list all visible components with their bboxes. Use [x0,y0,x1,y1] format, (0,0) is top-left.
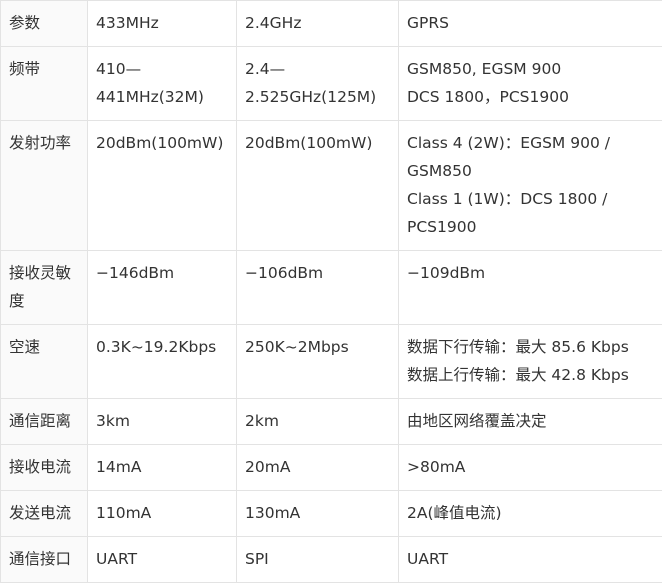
cell-2-4ghz: 20dBm(100mW) [237,121,399,251]
cell-line: 2.4— [245,55,390,83]
cell-2-4ghz: 20mA [237,445,399,491]
cell-gprs: GPRS [399,1,662,47]
cell-line: GSM850 [407,157,654,185]
cell-line: 20dBm(100mW) [245,129,390,157]
cell-gprs: 数据下行传输：最大 85.6 Kbps 数据上行传输：最大 42.8 Kbps [399,325,662,399]
cell-gprs: >80mA [399,445,662,491]
cell-line: 14mA [96,453,228,481]
cell-433mhz: UART [88,537,237,583]
cell-433mhz: 3km [88,399,237,445]
cell-line: DCS 1800，PCS1900 [407,83,654,111]
table-row-interface: 通信接口 UART SPI UART [1,537,662,583]
cell-gprs: UART [399,537,662,583]
table-row-rx-current: 接收电流 14mA 20mA >80mA [1,445,662,491]
cell-433mhz: 110mA [88,491,237,537]
cell-line: 2.4GHz [245,9,390,37]
row-label: 频带 [1,47,88,121]
cell-2-4ghz: 2.4— 2.525GHz(125M) [237,47,399,121]
row-label-text: 发送电流 [9,504,71,522]
cell-line: 0.3K~19.2Kbps [96,333,228,361]
cell-2-4ghz: 2.4GHz [237,1,399,47]
table-row-band: 频带 410— 441MHz(32M) 2.4— 2.525GHz(125M) … [1,47,662,121]
row-label: 通信接口 [1,537,88,583]
cell-line: 20mA [245,453,390,481]
cell-line: −109dBm [407,259,654,287]
cell-line: GSM850, EGSM 900 [407,55,654,83]
row-label: 接收灵敏度 [1,251,88,325]
table-row-range: 通信距离 3km 2km 由地区网络覆盖决定 [1,399,662,445]
row-label-text: 频带 [9,60,40,78]
cell-2-4ghz: SPI [237,537,399,583]
cell-gprs: GSM850, EGSM 900 DCS 1800，PCS1900 [399,47,662,121]
cell-line: 数据上行传输：最大 42.8 Kbps [407,361,654,389]
table-row-tx-power: 发射功率 20dBm(100mW) 20dBm(100mW) Class 4 (… [1,121,662,251]
cell-line: 410— [96,55,228,83]
cell-line: UART [96,545,228,573]
cell-line: 3km [96,407,228,435]
cell-line: 433MHz [96,9,228,37]
cell-2-4ghz: 250K~2Mbps [237,325,399,399]
cell-line: 数据下行传输：最大 85.6 Kbps [407,333,654,361]
cell-line: Class 4 (2W)：EGSM 900 / [407,129,654,157]
row-label: 参数 [1,1,88,47]
cell-433mhz: 433MHz [88,1,237,47]
cell-line: −106dBm [245,259,390,287]
row-label-text: 接收电流 [9,458,71,476]
row-label: 通信距离 [1,399,88,445]
row-label-text: 参数 [9,14,40,32]
table-row-header: 参数 433MHz 2.4GHz GPRS [1,1,662,47]
row-label-text: 通信距离 [9,412,71,430]
cell-line: GPRS [407,9,654,37]
cell-2-4ghz: −106dBm [237,251,399,325]
table-row-tx-current: 发送电流 110mA 130mA 2A(峰值电流) [1,491,662,537]
cell-2-4ghz: 2km [237,399,399,445]
table-row-rx-sensitivity: 接收灵敏度 −146dBm −106dBm −109dBm [1,251,662,325]
row-label-text: 发射功率 [9,134,71,152]
cell-433mhz: 0.3K~19.2Kbps [88,325,237,399]
row-label-text: 通信接口 [9,550,71,568]
table-row-air-rate: 空速 0.3K~19.2Kbps 250K~2Mbps 数据下行传输：最大 85… [1,325,662,399]
cell-line: 由地区网络覆盖决定 [407,407,654,435]
cell-line: >80mA [407,453,654,481]
row-label: 发送电流 [1,491,88,537]
cell-433mhz: 14mA [88,445,237,491]
cell-line: 441MHz(32M) [96,83,228,111]
cell-433mhz: 410— 441MHz(32M) [88,47,237,121]
cell-gprs: Class 4 (2W)：EGSM 900 / GSM850 Class 1 (… [399,121,662,251]
row-label-text: 空速 [9,338,40,356]
row-label: 空速 [1,325,88,399]
cell-line: 110mA [96,499,228,527]
row-label-text: 接收灵敏度 [9,264,71,310]
cell-line: PCS1900 [407,213,654,241]
cell-2-4ghz: 130mA [237,491,399,537]
cell-line: 250K~2Mbps [245,333,390,361]
cell-line: 2.525GHz(125M) [245,83,390,111]
cell-line: 130mA [245,499,390,527]
row-label: 接收电流 [1,445,88,491]
spec-comparison-table: 参数 433MHz 2.4GHz GPRS 频带 410— 441MHz(32M… [0,0,662,583]
cell-433mhz: −146dBm [88,251,237,325]
cell-gprs: −109dBm [399,251,662,325]
cell-line: 2km [245,407,390,435]
cell-line: Class 1 (1W)：DCS 1800 / [407,185,654,213]
cell-gprs: 2A(峰值电流) [399,491,662,537]
spec-table-body: 参数 433MHz 2.4GHz GPRS 频带 410— 441MHz(32M… [1,1,662,583]
cell-line: 20dBm(100mW) [96,129,228,157]
cell-433mhz: 20dBm(100mW) [88,121,237,251]
cell-line: UART [407,545,654,573]
cell-line: −146dBm [96,259,228,287]
cell-line: SPI [245,545,390,573]
cell-line: 2A(峰值电流) [407,499,654,527]
row-label: 发射功率 [1,121,88,251]
cell-gprs: 由地区网络覆盖决定 [399,399,662,445]
